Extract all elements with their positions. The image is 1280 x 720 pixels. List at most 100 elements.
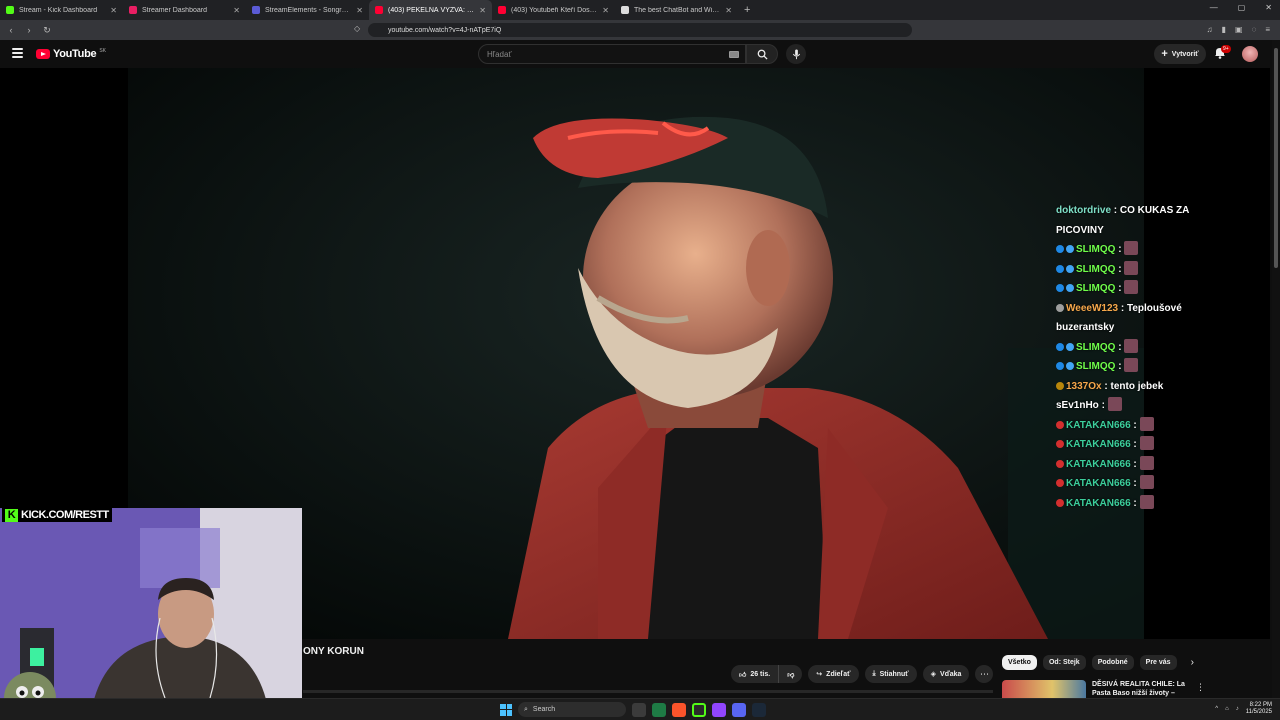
share-button[interactable]: ↪ Zdieľať (808, 665, 859, 683)
windows-start-icon[interactable] (500, 703, 512, 716)
hamburger-menu-icon[interactable] (12, 48, 23, 58)
chat-separator: : (1130, 478, 1140, 489)
chat-badge-icon (1066, 245, 1074, 253)
create-button[interactable]: + Vytvoriť (1154, 44, 1206, 64)
search-input[interactable]: Hľadať (478, 44, 746, 64)
chat-message: KATAKAN666 : (1056, 416, 1206, 436)
recommended-video[interactable]: DĚSIVÁ REALITA CHILE: La Pasta Baso nižš… (1002, 680, 1202, 706)
tab-close-icon[interactable]: ✕ (110, 6, 117, 15)
vpn-icon[interactable]: ◌ (1252, 25, 1257, 34)
menu-icon[interactable]: ≡ (1265, 25, 1270, 34)
tab-favicon-icon (621, 6, 629, 14)
kick-chat-overlay: doktordrive : CO KUKAS ZA PICOVINY SLIMQQ… (1056, 201, 1206, 513)
like-button[interactable]: 👍︎ 26 tis. (731, 665, 780, 683)
chat-message: SLIMQQ : (1056, 260, 1206, 280)
filter-chip[interactable]: Pre vás (1139, 655, 1177, 670)
minimize-icon[interactable]: — (1210, 3, 1218, 12)
keyboard-icon[interactable] (729, 51, 739, 58)
mic-icon (792, 48, 800, 59)
thanks-button[interactable]: ◈ Vďaka (922, 665, 970, 683)
browser-tab[interactable]: StreamElements - Songrequest ✕ (246, 0, 369, 20)
music-icon[interactable]: ♫ (1207, 25, 1213, 34)
page-scrollbar[interactable] (1272, 40, 1280, 700)
chat-emote-icon (1124, 358, 1139, 372)
voice-search-button[interactable] (786, 44, 806, 64)
webcam-overlay (0, 508, 302, 720)
reco-title[interactable]: DĚSIVÁ REALITA CHILE: La Pasta Baso nižš… (1092, 680, 1188, 706)
youtube-logo[interactable]: YouTube SK (36, 48, 106, 60)
excel-icon[interactable] (652, 702, 666, 717)
chat-text: tento jebek (1110, 380, 1164, 392)
browser-tab[interactable]: (403) Youtubeři Kteří Dostali Ban (a P..… (492, 0, 615, 20)
browser-tab[interactable]: The best ChatBot and Widgets for Ki... ✕ (615, 0, 738, 20)
chat-badge-icon (1056, 479, 1064, 487)
reload-icon[interactable]: ↻ (40, 25, 54, 36)
create-label: Vytvoriť (1171, 50, 1199, 58)
bookmark-icon[interactable]: ◇ (354, 24, 360, 33)
clock[interactable]: 8:22 PM 11/5/2025 (1246, 702, 1272, 716)
chat-emote-icon (1124, 338, 1139, 353)
chat-separator: : (1115, 244, 1125, 255)
discord-icon[interactable] (732, 702, 746, 717)
chat-badge-icon (1056, 498, 1064, 507)
wallet-icon[interactable]: ▣ (1235, 25, 1243, 34)
chat-separator: : (1130, 497, 1140, 509)
sidebar-icon[interactable]: ▮ (1222, 25, 1226, 34)
tab-close-icon[interactable]: ✕ (602, 6, 609, 15)
chat-badge-icon (1056, 303, 1064, 312)
volume-icon[interactable]: ♪ (1236, 706, 1239, 712)
maximize-icon[interactable]: ▢ (1238, 3, 1246, 12)
browser-tab[interactable]: (403) PEKELNÁ VÝZVA: 20 Y... ✕ (369, 0, 492, 20)
search-button[interactable] (746, 44, 778, 64)
steam-icon[interactable] (752, 702, 766, 717)
twitch-icon[interactable] (712, 702, 726, 717)
logo-text: YouTube (53, 48, 97, 60)
scrollbar-thumb[interactable] (1274, 48, 1278, 268)
account-avatar[interactable] (1242, 46, 1258, 62)
share-icon: ↪ (816, 671, 823, 678)
filter-chip[interactable]: Všetko (1002, 655, 1037, 670)
tab-close-icon[interactable]: ✕ (725, 6, 732, 15)
download-button[interactable]: ⤓ Stiahnuť (864, 665, 917, 683)
filter-chip[interactable]: Podobné (1091, 655, 1134, 670)
share-label: Zdieľať (826, 670, 851, 678)
browser-tab[interactable]: Streamer Dashboard ✕ (123, 0, 246, 20)
chat-separator: : (1118, 302, 1127, 314)
tab-close-icon[interactable]: ✕ (479, 6, 486, 15)
back-icon[interactable]: ‹ (4, 25, 18, 35)
chat-separator: : (1111, 205, 1120, 216)
brave-icon[interactable] (672, 702, 686, 717)
taskbar-search[interactable]: ⌕ Search (518, 702, 626, 717)
chevron-up-icon[interactable]: ^ (1215, 706, 1218, 712)
tab-close-icon[interactable]: ✕ (233, 6, 240, 15)
window-controls: — ▢ ✕ (1210, 3, 1272, 12)
reco-more-icon[interactable]: ⋮ (1196, 682, 1205, 693)
forward-icon[interactable]: › (22, 25, 36, 35)
obs-icon[interactable] (692, 702, 706, 717)
taskbar-search-label: Search (532, 706, 556, 713)
network-icon[interactable]: ⌂ (1225, 706, 1229, 712)
chat-badge-icon (1056, 264, 1064, 273)
more-actions-icon[interactable]: ⋯ (975, 665, 994, 683)
chat-emote-icon (1107, 397, 1122, 411)
address-bar[interactable]: youtube.com/watch?v=4J-nATpE7iQ (368, 23, 912, 37)
chat-separator: : (1115, 361, 1125, 372)
chat-badge-icon (1066, 362, 1074, 370)
tab-close-icon[interactable]: ✕ (356, 6, 363, 15)
tab-favicon-icon (6, 6, 14, 14)
filter-chip[interactable]: Od: Stejk (1042, 655, 1086, 670)
webcam-frame (0, 508, 302, 720)
task-view-icon[interactable] (632, 702, 646, 717)
new-tab-icon[interactable]: + (744, 4, 750, 16)
chat-emote-icon (1124, 280, 1139, 294)
country-code: SK (99, 48, 106, 54)
browser-tab[interactable]: Stream - Kick Dashboard ✕ (0, 0, 123, 20)
chat-message: KATAKAN666 : (1056, 455, 1206, 475)
chevron-right-icon[interactable]: › (1191, 657, 1194, 668)
chat-username: sEv1nHo (1056, 400, 1099, 411)
dislike-button[interactable]: 👎︎ (779, 665, 802, 683)
chat-badge-icon (1056, 245, 1064, 253)
notifications-button[interactable]: 9+ (1214, 45, 1231, 62)
chat-username: KATAKAN666 (1066, 458, 1131, 470)
close-window-icon[interactable]: ✕ (1265, 3, 1272, 12)
